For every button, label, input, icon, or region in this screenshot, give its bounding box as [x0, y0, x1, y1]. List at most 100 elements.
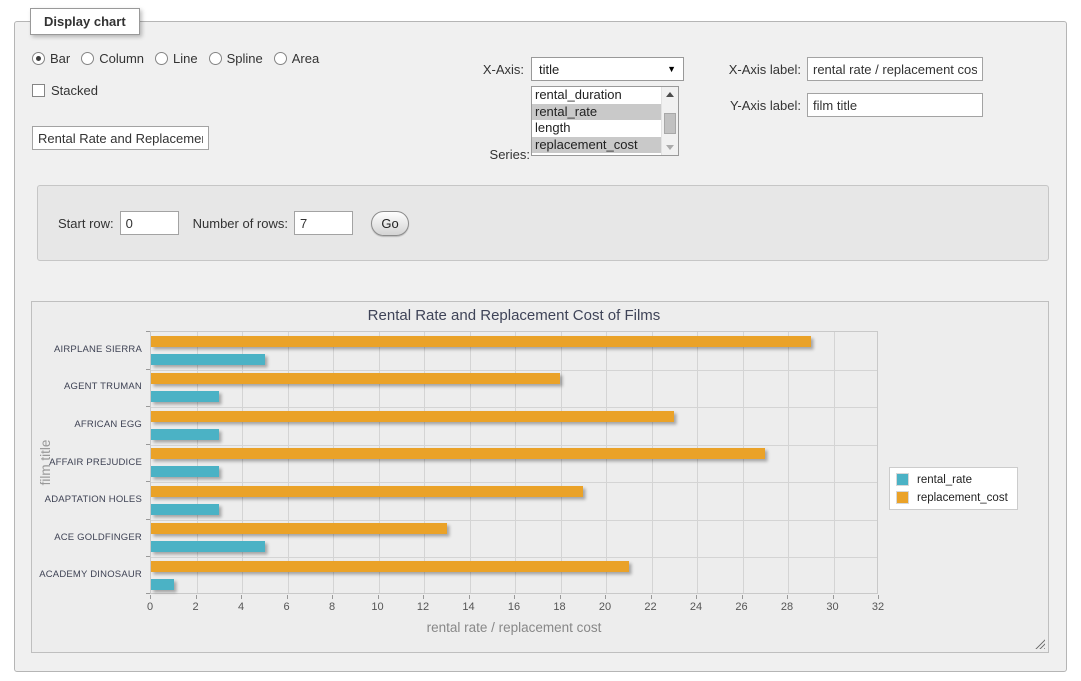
bar-rental-rate	[151, 429, 219, 440]
x-axis-label-input[interactable]	[807, 57, 983, 81]
start-row-input[interactable]	[120, 211, 179, 235]
x-axis-label-field-label: X-Axis label:	[711, 62, 801, 77]
x-tick-mark	[423, 595, 424, 599]
x-tick-mark	[651, 595, 652, 599]
gridline	[697, 332, 698, 593]
y-tick-mark	[146, 369, 150, 370]
gridline	[242, 332, 243, 593]
series-listbox-label: Series:	[441, 147, 530, 162]
x-tick-label: 14	[454, 601, 484, 613]
resize-handle-icon[interactable]	[1034, 638, 1045, 649]
x-tick-label: 12	[408, 601, 438, 613]
listbox-scrollbar[interactable]	[661, 87, 678, 155]
scroll-up-icon[interactable]	[662, 87, 678, 102]
gridline	[606, 332, 607, 593]
legend-swatch	[896, 473, 909, 486]
x-tick-label: 30	[818, 601, 848, 613]
series-listbox[interactable]: rental_durationrental_ratelengthreplacem…	[531, 86, 679, 156]
x-tick-mark	[287, 595, 288, 599]
gridline	[470, 332, 471, 593]
gridline	[151, 407, 877, 408]
y-axis-label-field-label: Y-Axis label:	[711, 98, 801, 113]
y-tick-mark	[146, 444, 150, 445]
bar-replacement-cost	[151, 411, 674, 422]
y-tick-mark	[146, 593, 150, 594]
x-tick-label: 26	[727, 601, 757, 613]
chart-legend: rental_ratereplacement_cost	[889, 467, 1018, 510]
gridline	[333, 332, 334, 593]
x-axis-title: rental rate / replacement cost	[150, 620, 878, 635]
x-tick-label: 32	[863, 601, 893, 613]
chart-title: Rental Rate and Replacement Cost of Film…	[150, 307, 878, 324]
x-tick-label: 28	[772, 601, 802, 613]
y-tick-mark	[146, 331, 150, 332]
x-axis-select[interactable]: title ▼	[531, 57, 684, 81]
num-rows-input[interactable]	[294, 211, 353, 235]
x-tick-label: 2	[181, 601, 211, 613]
gridline	[743, 332, 744, 593]
x-tick-label: 0	[135, 601, 165, 613]
x-tick-mark	[560, 595, 561, 599]
gridline	[515, 332, 516, 593]
radio-column[interactable]	[81, 52, 94, 65]
bar-replacement-cost	[151, 336, 811, 347]
x-tick-label: 10	[363, 601, 393, 613]
gridline	[151, 370, 877, 371]
x-tick-mark	[833, 595, 834, 599]
y-axis-label-input[interactable]	[807, 93, 983, 117]
x-tick-mark	[696, 595, 697, 599]
x-tick-label: 20	[590, 601, 620, 613]
chevron-down-icon: ▼	[667, 64, 676, 74]
scroll-down-icon[interactable]	[662, 140, 678, 155]
bar-rental-rate	[151, 391, 219, 402]
radio-area[interactable]	[274, 52, 287, 65]
x-tick-mark	[878, 595, 879, 599]
radio-column-label: Column	[99, 51, 144, 66]
gridline	[151, 445, 877, 446]
radio-spline[interactable]	[209, 52, 222, 65]
bar-replacement-cost	[151, 561, 629, 572]
chart-title-input[interactable]	[32, 126, 209, 150]
x-tick-mark	[605, 595, 606, 599]
radio-line-label: Line	[173, 51, 198, 66]
chart: Rental Rate and Replacement Cost of Film…	[31, 301, 1049, 653]
x-tick-label: 16	[499, 601, 529, 613]
stacked-checkbox-row: Stacked	[32, 83, 98, 98]
gridline	[288, 332, 289, 593]
bar-rental-rate	[151, 354, 265, 365]
gridline	[788, 332, 789, 593]
bar-rental-rate	[151, 579, 174, 590]
series-option[interactable]: length	[532, 120, 661, 137]
plot-area	[150, 331, 878, 594]
x-tick-label: 24	[681, 601, 711, 613]
x-tick-label: 8	[317, 601, 347, 613]
x-tick-mark	[742, 595, 743, 599]
series-option[interactable]: rental_rate	[532, 104, 661, 121]
gridline	[151, 520, 877, 521]
panel-title: Display chart	[30, 8, 140, 35]
y-tick-mark	[146, 481, 150, 482]
gridline	[197, 332, 198, 593]
gridline	[424, 332, 425, 593]
gridline	[151, 557, 877, 558]
x-tick-mark	[241, 595, 242, 599]
scrollbar-thumb[interactable]	[664, 113, 676, 134]
stacked-checkbox[interactable]	[32, 84, 45, 97]
series-option[interactable]: rental_duration	[532, 87, 661, 104]
num-rows-label: Number of rows:	[193, 216, 288, 231]
legend-item: rental_rate	[896, 473, 1008, 486]
y-tick-mark	[146, 556, 150, 557]
bar-replacement-cost	[151, 523, 447, 534]
bar-replacement-cost	[151, 373, 560, 384]
stacked-label: Stacked	[51, 83, 98, 98]
go-button[interactable]: Go	[371, 211, 409, 236]
series-option[interactable]: replacement_cost	[532, 137, 661, 154]
bar-rental-rate	[151, 466, 219, 477]
x-tick-mark	[196, 595, 197, 599]
x-tick-mark	[514, 595, 515, 599]
x-tick-label: 18	[545, 601, 575, 613]
radio-bar[interactable]	[32, 52, 45, 65]
series-options: rental_durationrental_ratelengthreplacem…	[532, 87, 678, 153]
y-tick-mark	[146, 519, 150, 520]
radio-line[interactable]	[155, 52, 168, 65]
